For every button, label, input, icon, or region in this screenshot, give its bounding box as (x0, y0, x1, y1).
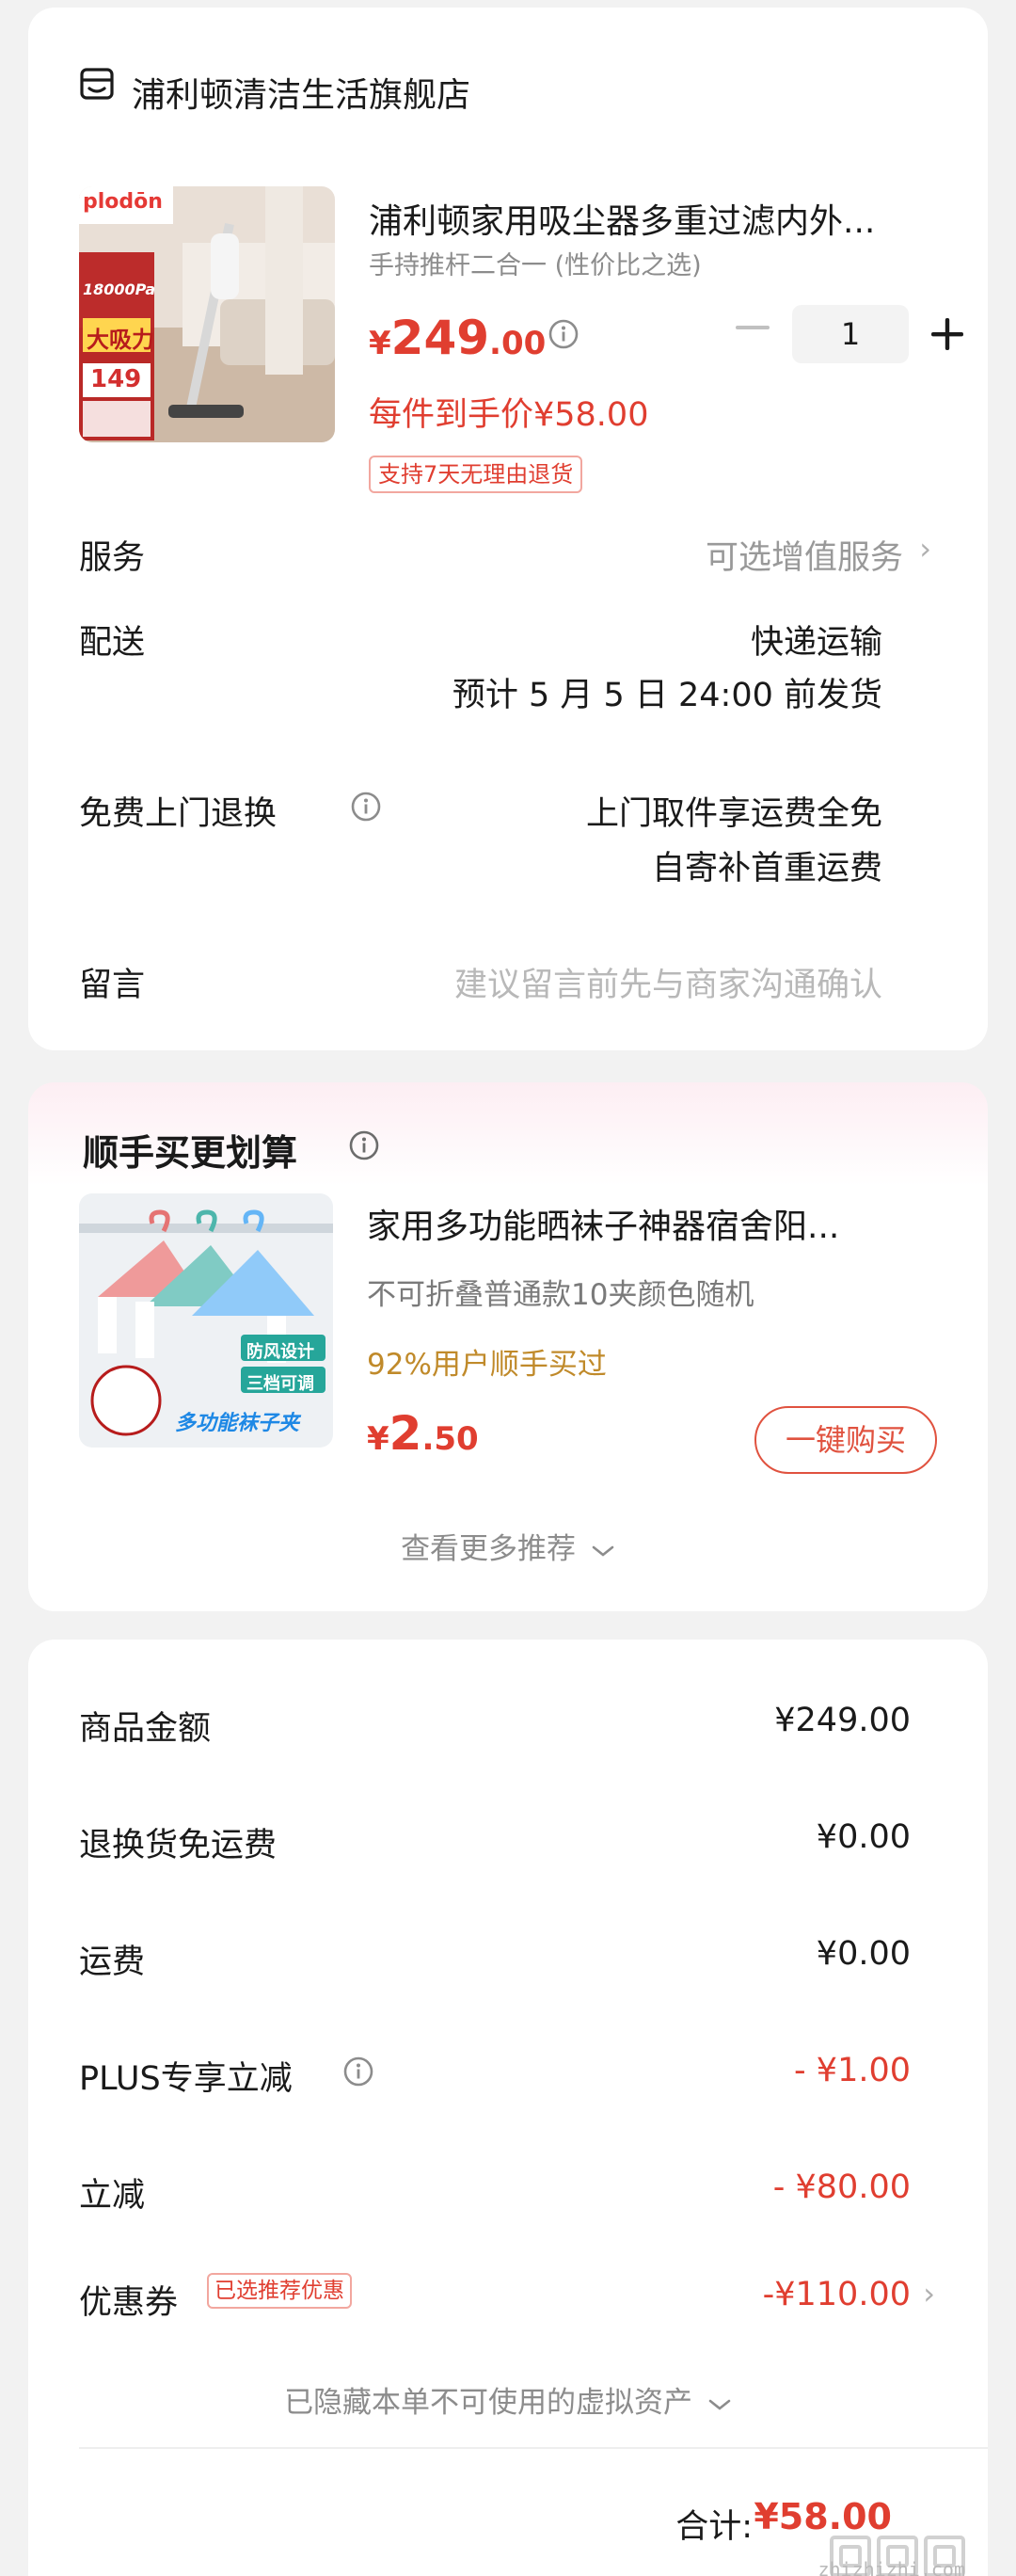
return-shipping-label: 退换货免运费 (79, 1827, 278, 1864)
thumb-strong-text: 大吸力 (87, 327, 154, 353)
thumb-feature-3: 多功能袜子夹 (175, 1412, 300, 1435)
chevron-right-icon[interactable]: › (923, 2276, 935, 2312)
price-currency: ¥ (369, 325, 391, 362)
unit-final-price: 每件到手价¥58.00 (369, 396, 649, 434)
quantity-decrease-button[interactable] (736, 326, 770, 329)
shipping-label: 运费 (79, 1944, 146, 1981)
recommend-product-thumbnail[interactable]: 防风设计 三档可调 多功能袜子夹 (79, 1193, 333, 1448)
info-icon[interactable] (348, 1129, 380, 1161)
chevron-down-icon (708, 2399, 731, 2410)
hidden-assets-toggle[interactable]: 已隐藏本单不可使用的虚拟资产 (28, 2378, 988, 2421)
quantity-input[interactable]: 1 (792, 305, 909, 363)
items-amount-label: 商品金额 (79, 1710, 212, 1748)
price-summary-card: 商品金额 ¥249.00 退换货免运费 ¥0.00 运费 ¥0.00 PLUS专… (28, 1640, 988, 2576)
more-recommendations-link[interactable]: 查看更多推荐 (28, 1525, 988, 1567)
recommend-product-promo: 92%用户顺手买过 (367, 1348, 607, 1382)
info-icon[interactable] (342, 2056, 374, 2088)
delivery-label: 配送 (79, 624, 146, 662)
product-spec[interactable]: 手持推杆二合一 (性价比之选) (369, 245, 702, 281)
product-price: ¥249.00 (369, 311, 546, 365)
free-return-value: 上门取件享运费全免 (585, 795, 882, 833)
one-click-buy-button[interactable]: 一键购买 (754, 1406, 937, 1474)
coupon-badge: 已选推荐优惠 (207, 2273, 352, 2309)
thumb-suction-text: 18000Pa (83, 280, 156, 298)
info-icon[interactable] (350, 791, 382, 823)
delivery-method[interactable]: 快递运输 (751, 616, 882, 664)
product-title[interactable]: 浦利顿家用吸尘器多重过滤内外... (369, 194, 933, 243)
plus-discount-value: - ¥1.00 (794, 2052, 911, 2089)
free-return-label: 免费上门退换 (79, 795, 278, 833)
free-return-sub: 自寄补首重运费 (651, 850, 882, 888)
thumb-price-text: 149 (90, 365, 142, 393)
price-currency: ¥ (367, 1420, 389, 1458)
chevron-right-icon[interactable]: › (919, 531, 931, 567)
message-input[interactable]: 建议留言前先与商家沟通确认 (454, 958, 882, 1006)
more-recommendations-label: 查看更多推荐 (401, 1532, 577, 1566)
store-icon (80, 68, 114, 100)
recommendation-card: 顺手买更划算 防风设计 三档可调 多功能袜子夹 家用多功能晒袜子神器宿舍阳... (28, 1082, 988, 1611)
shipping-value: ¥0.00 (816, 1935, 911, 1973)
chevron-down-icon (592, 1545, 614, 1557)
recommend-product-title[interactable]: 家用多功能晒袜子神器宿舍阳... (367, 1199, 931, 1248)
order-product-card: 浦利顿清洁生活旗舰店 plodōn 18000Pa 大吸力 149 浦利顿家用吸… (28, 8, 988, 1050)
price-integer: 2 (389, 1406, 422, 1461)
total-label: 合计: (675, 2508, 753, 2546)
info-icon[interactable] (548, 318, 579, 350)
hidden-assets-label: 已隐藏本单不可使用的虚拟资产 (284, 2386, 693, 2420)
store-name[interactable]: 浦利顿清洁生活旗舰店 (132, 68, 470, 117)
coupon-value[interactable]: -¥110.00 (763, 2276, 911, 2313)
total-value: ¥58.00 (754, 2496, 892, 2537)
service-value[interactable]: 可选增值服务 (706, 531, 903, 579)
divider (79, 2447, 988, 2449)
coupon-label: 优惠券 (79, 2284, 179, 2322)
vacuum-product-image (79, 186, 335, 442)
discount-label: 立减 (79, 2177, 146, 2215)
price-decimal: .00 (489, 325, 547, 362)
message-label: 留言 (79, 967, 146, 1004)
product-thumbnail[interactable]: plodōn 18000Pa 大吸力 149 (79, 186, 335, 442)
price-integer: 249 (390, 311, 490, 365)
recommend-product-spec: 不可折叠普通款10夹颜色随机 (367, 1278, 754, 1312)
delivery-estimate: 预计 5 月 5 日 24:00 前发货 (452, 677, 882, 714)
thumb-feature-2: 三档可调 (246, 1374, 314, 1394)
service-label: 服务 (79, 539, 146, 577)
discount-value: - ¥80.00 (772, 2168, 911, 2206)
thumb-feature-1: 防风设计 (246, 1342, 314, 1362)
plus-discount-label: PLUS专享立减 (79, 2060, 293, 2098)
recommend-product-price: ¥2.50 (367, 1406, 479, 1461)
items-amount-value: ¥249.00 (774, 1702, 911, 1739)
thumb-brand-text: plodōn (83, 190, 163, 214)
return-shipping-value: ¥0.00 (816, 1818, 911, 1856)
watermark-domain: zhizhizhi.com (818, 2558, 965, 2576)
price-decimal: .50 (421, 1420, 479, 1458)
recommend-title: 顺手买更划算 (83, 1132, 298, 1174)
return-policy-badge: 支持7天无理由退货 (369, 456, 583, 493)
quantity-increase-button[interactable] (929, 316, 965, 352)
